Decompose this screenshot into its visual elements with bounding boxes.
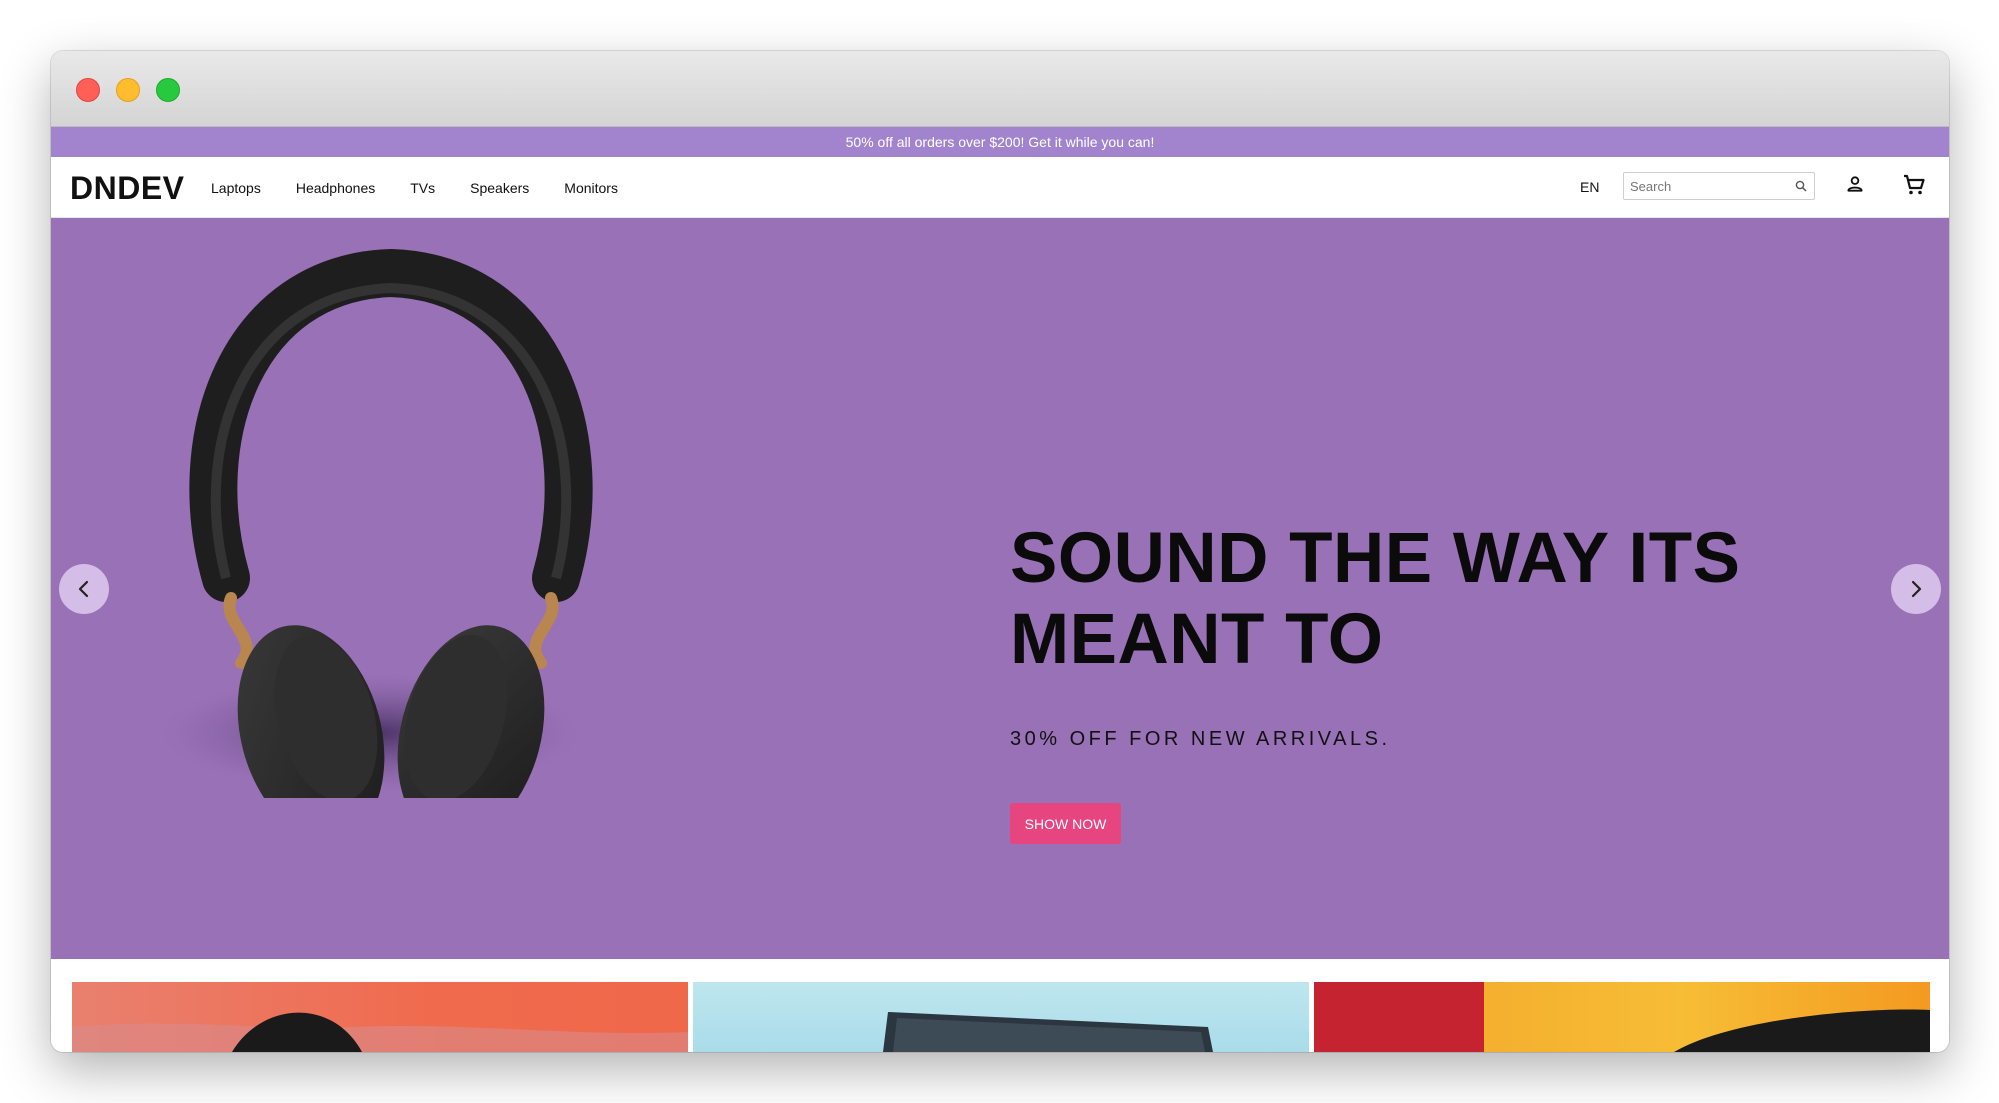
nav-link-laptops[interactable]: Laptops: [211, 180, 261, 196]
maximize-window-button[interactable]: [156, 78, 180, 102]
search-input[interactable]: [1624, 173, 1789, 199]
browser-window: 50% off all orders over $200! Get it whi…: [51, 51, 1949, 1052]
speaker-card-image[interactable]: [1314, 982, 1930, 1052]
nav-link-headphones[interactable]: Headphones: [296, 180, 375, 196]
chevron-right-icon: [1911, 580, 1922, 598]
show-now-button[interactable]: SHOW NOW: [1010, 803, 1121, 844]
language-selector[interactable]: EN: [1580, 179, 1599, 195]
nav-link-speakers[interactable]: Speakers: [470, 180, 529, 196]
search-icon[interactable]: [1795, 179, 1807, 197]
headphones-card-image[interactable]: [72, 982, 688, 1052]
promo-text: 50% off all orders over $200! Get it whi…: [845, 134, 1155, 150]
slider-next-button[interactable]: [1891, 564, 1941, 614]
site-header: DNDEV Laptops Headphones TVs Speakers Mo…: [51, 157, 1949, 218]
nav-link-monitors[interactable]: Monitors: [564, 180, 618, 196]
laptop-card-image[interactable]: [693, 982, 1309, 1052]
user-icon[interactable]: [1845, 174, 1865, 199]
hero-title: SOUND THE WAY ITS MEANT TO: [1010, 518, 1810, 680]
window-titlebar: [51, 51, 1949, 127]
minimize-window-button[interactable]: [116, 78, 140, 102]
promo-banner: 50% off all orders over $200! Get it whi…: [51, 127, 1949, 157]
chevron-left-icon: [78, 580, 89, 598]
hero-title-line-1: SOUND THE WAY ITS: [1010, 519, 1741, 598]
headphones-image: [161, 248, 593, 798]
search-box: [1623, 172, 1815, 200]
slider-prev-button[interactable]: [59, 564, 109, 614]
close-window-button[interactable]: [76, 78, 100, 102]
main-nav: Laptops Headphones TVs Speakers Monitors: [211, 157, 653, 218]
hero-subtitle: 30% OFF FOR NEW ARRIVALS.: [1010, 728, 1391, 750]
hero-slider: SOUND THE WAY ITS MEANT TO 30% OFF FOR N…: [51, 218, 1949, 959]
nav-link-tvs[interactable]: TVs: [410, 180, 435, 196]
site-logo[interactable]: DNDEV: [70, 170, 185, 207]
hero-title-line-2: MEANT TO: [1010, 600, 1384, 679]
cart-icon[interactable]: [1902, 173, 1926, 202]
category-cards: [51, 959, 1949, 1052]
